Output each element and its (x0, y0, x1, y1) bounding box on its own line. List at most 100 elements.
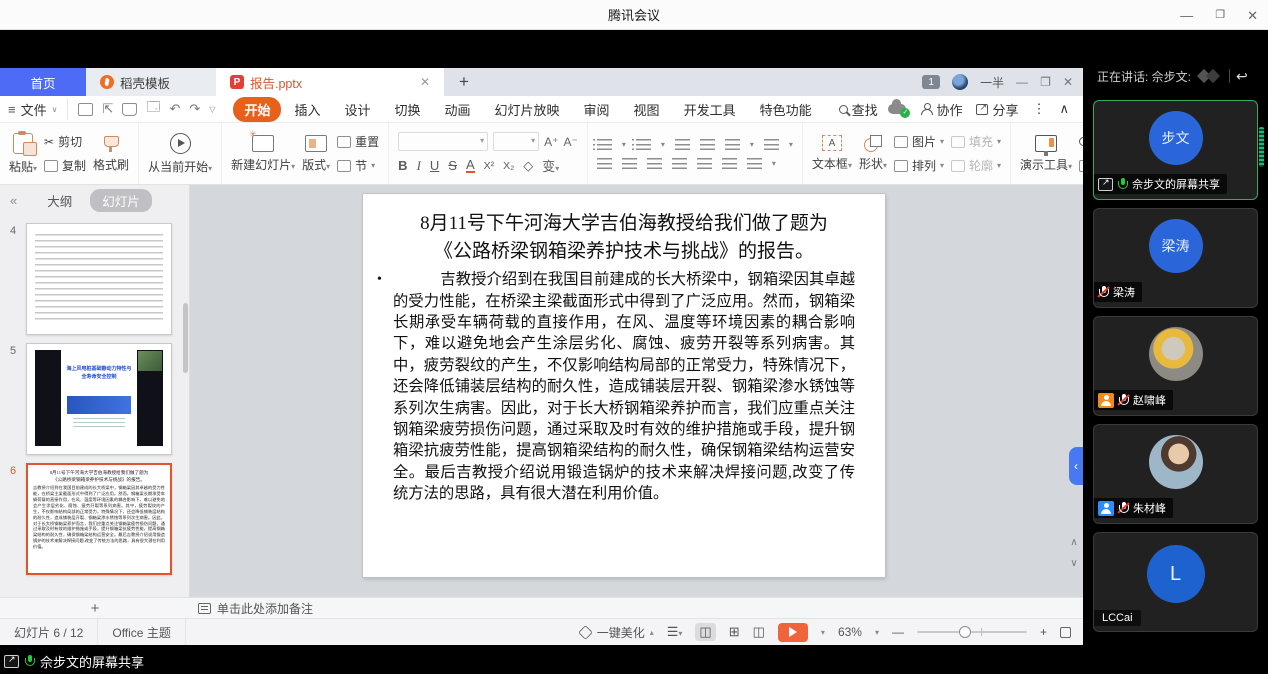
tab-view[interactable]: 视图 (623, 97, 671, 122)
shrink-font-button[interactable]: A⁻ (564, 135, 578, 149)
next-slide-icon[interactable]: ∨ (1070, 558, 1077, 569)
account-avatar[interactable] (952, 74, 968, 90)
picture-button[interactable]: 图片▾ (894, 133, 944, 150)
section-button[interactable]: 节▾ (337, 157, 379, 174)
replace-button[interactable]: 替换▾ (1079, 157, 1083, 174)
slide-sorter-icon[interactable]: ⊞ (729, 624, 740, 640)
outline-button[interactable]: 轮廓▾ (951, 157, 1001, 174)
font-name-select[interactable] (398, 132, 488, 151)
line-spacing-button[interactable] (725, 139, 740, 150)
zoom-options-icon[interactable]: ▾ (875, 628, 879, 637)
current-slide[interactable]: 8月11号下午河海大学吉伯海教授给我们做了题为 《公路桥梁钢箱梁养护技术与挑战》… (363, 194, 885, 577)
tab-animation[interactable]: 动画 (434, 97, 482, 122)
cut-button[interactable]: ✂ 剪切 (44, 133, 86, 150)
collapse-ribbon-icon[interactable]: ∧ (1059, 101, 1069, 117)
underline-button[interactable]: U (430, 158, 439, 173)
textbox-button[interactable]: A 文本框▾ (812, 135, 852, 172)
distribute-button[interactable] (697, 158, 712, 169)
font-color-button[interactable]: A (466, 158, 475, 173)
tab-design[interactable]: 设计 (333, 97, 381, 122)
find-button[interactable]: 查找 (1079, 133, 1083, 150)
subscript-button[interactable]: X₂ (503, 160, 514, 172)
wps-minimize-icon[interactable]: — (1016, 75, 1028, 89)
tab-outline[interactable]: 大纲 (47, 191, 72, 210)
tab-close-icon[interactable]: ✕ (420, 75, 430, 89)
notes-toggle-icon[interactable]: ☰▾ (667, 624, 683, 640)
cloud-sync-icon[interactable]: ✓ (888, 104, 906, 114)
tab-home[interactable]: 首页 (0, 68, 86, 96)
align-right-button[interactable] (647, 158, 662, 169)
wps-restore-icon[interactable]: ❐ (1040, 75, 1051, 89)
bullet-list-button[interactable] (597, 139, 612, 150)
theme-name[interactable]: Office 主题 (98, 619, 185, 645)
numbered-list-button[interactable] (636, 139, 651, 150)
columns-button[interactable] (722, 158, 737, 169)
reset-button[interactable]: 重置 (337, 133, 379, 150)
italic-button[interactable]: I (417, 158, 421, 174)
participant-tile[interactable]: L LCCai (1093, 532, 1258, 632)
restore-icon[interactable]: ❐ (1215, 10, 1225, 21)
participant-tile[interactable]: 赵啸峰 (1093, 316, 1258, 416)
fullscreen-icon[interactable] (1060, 627, 1071, 638)
redo-icon[interactable]: ↷ (189, 101, 200, 117)
tab-insert[interactable]: 插入 (283, 97, 331, 122)
participant-tile[interactable]: 朱材峰 (1093, 424, 1258, 524)
align-center-button[interactable] (622, 158, 637, 169)
minimize-icon[interactable]: — (1180, 9, 1193, 22)
tab-developer[interactable]: 开发工具 (673, 97, 747, 122)
play-options-icon[interactable]: ▾ (821, 628, 825, 637)
slide-thumb-4[interactable]: 4 (0, 223, 189, 335)
message-count-badge[interactable]: 1 (922, 75, 940, 89)
participant-tile-sharer[interactable]: 步文 佘步文的屏幕共享 (1093, 100, 1258, 200)
more-menu-icon[interactable]: ⋮ (1032, 101, 1045, 117)
wps-close-icon[interactable]: ✕ (1063, 75, 1073, 89)
zoom-in-button[interactable]: + (1040, 625, 1047, 639)
grow-font-button[interactable]: A⁺ (544, 135, 558, 149)
tab-start[interactable]: 开始 (233, 97, 281, 122)
shapes-button[interactable]: 形状▾ (859, 135, 887, 172)
tab-review[interactable]: 审阅 (573, 97, 621, 122)
undo-icon[interactable]: ↶ (169, 101, 180, 117)
new-tab-button[interactable]: + (444, 68, 484, 96)
strikethrough-button[interactable]: S (448, 158, 457, 173)
layout-button[interactable]: 版式▾ (302, 135, 330, 173)
bold-button[interactable]: B (398, 158, 407, 173)
zoom-out-button[interactable]: — (892, 625, 904, 639)
sidebar-scrollbar[interactable] (183, 303, 188, 373)
qat-more-icon[interactable]: ▽ (209, 105, 215, 114)
increase-indent-button[interactable] (700, 139, 715, 150)
font-size-select[interactable] (493, 132, 539, 151)
tab-slideshow[interactable]: 幻灯片放映 (484, 97, 571, 122)
notes-placeholder[interactable]: 单击此处添加备注 (217, 600, 313, 617)
text-tool-button[interactable]: 变▾ (542, 156, 559, 175)
text-direction-button[interactable] (764, 139, 779, 150)
justify-button[interactable] (672, 158, 687, 169)
superscript-button[interactable]: X² (484, 160, 495, 172)
close-icon[interactable]: ✕ (1247, 9, 1258, 22)
account-name[interactable]: 一半 (980, 74, 1004, 91)
slideshow-play-button[interactable] (778, 623, 808, 642)
align-left-button[interactable] (597, 158, 612, 169)
tab-templates[interactable]: 稻壳模板 (86, 68, 216, 96)
normal-view-icon[interactable]: ◫ (695, 623, 715, 641)
slide-thumb-5[interactable]: 5 海上风电桩基础静动力特性与全寿命安全控制 (0, 343, 189, 455)
decrease-indent-button[interactable] (675, 139, 690, 150)
play-from-current-button[interactable]: 从当前开始▾ (148, 133, 212, 175)
tab-slides[interactable]: 幻灯片 (90, 189, 152, 212)
add-slide-button[interactable]: + (0, 600, 190, 617)
slide-6-thumbnail[interactable]: 8月11号下午河海大学吉伯海教授给我们做了题为 《公路桥梁钢箱梁养护技术与挑战》… (26, 463, 172, 575)
smart-typeset-button[interactable] (747, 158, 762, 169)
new-slide-button[interactable]: 新建幻灯片▾ (231, 135, 295, 173)
arrange-button[interactable]: 排列▾ (894, 157, 944, 174)
collaborate-button[interactable]: 协作 (920, 100, 962, 119)
print-icon[interactable] (122, 103, 137, 116)
side-pane-toggle[interactable]: ‹ (1069, 447, 1083, 485)
find-menu[interactable]: 查找 (839, 100, 878, 119)
tab-document[interactable]: P 报告.pptx ✕ (216, 68, 444, 96)
participant-tile[interactable]: 梁涛 梁涛 (1093, 208, 1258, 308)
sidebar-collapse-icon[interactable]: « (10, 193, 17, 208)
zoom-slider[interactable] (917, 631, 1027, 633)
share-button[interactable]: 分享 (976, 100, 1018, 119)
back-arrow-icon[interactable]: ↩ (1236, 68, 1248, 85)
save-icon[interactable] (78, 103, 93, 116)
